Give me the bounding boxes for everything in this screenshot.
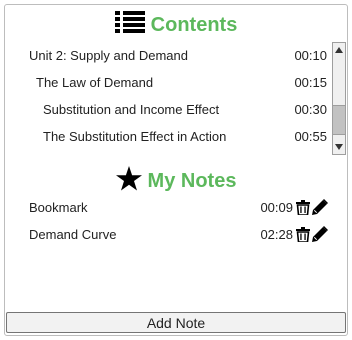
toc-item[interactable]: The Substitution Effect in Action 00:55 bbox=[5, 123, 331, 150]
note-time: 02:28 bbox=[260, 226, 293, 242]
note-item[interactable]: Demand Curve 02:28 bbox=[5, 221, 347, 247]
arrow-up-icon bbox=[335, 47, 343, 53]
note-time: 00:09 bbox=[260, 199, 293, 215]
pencil-icon[interactable] bbox=[312, 226, 328, 242]
trash-icon[interactable] bbox=[296, 200, 310, 216]
notes-header: My Notes bbox=[5, 165, 347, 197]
toc-item-time: 00:55 bbox=[294, 129, 327, 144]
toc-item-title: The Substitution Effect in Action bbox=[43, 129, 227, 144]
toc-item-time: 00:30 bbox=[294, 102, 327, 117]
notes-panel: Contents Unit 2: Supply and Demand 00:10… bbox=[4, 4, 348, 336]
scroll-down-button[interactable] bbox=[333, 140, 345, 154]
add-note-button[interactable]: Add Note bbox=[6, 312, 346, 333]
list-icon bbox=[114, 11, 145, 39]
toc-item-title: Unit 2: Supply and Demand bbox=[29, 48, 188, 63]
trash-icon[interactable] bbox=[296, 227, 310, 243]
scroll-thumb[interactable] bbox=[333, 105, 345, 135]
notes-title: My Notes bbox=[147, 169, 237, 192]
scroll-up-button[interactable] bbox=[333, 43, 345, 57]
note-item[interactable]: Bookmark 00:09 bbox=[5, 194, 347, 220]
note-title: Bookmark bbox=[29, 199, 88, 215]
note-title: Demand Curve bbox=[29, 226, 117, 242]
toc-item-title: The Law of Demand bbox=[36, 75, 154, 90]
contents-scrollbar[interactable] bbox=[332, 42, 346, 155]
toc-item-time: 00:10 bbox=[294, 48, 327, 63]
toc-item-title: Substitution and Income Effect bbox=[43, 102, 220, 117]
arrow-down-icon bbox=[335, 144, 343, 150]
toc-item[interactable]: The Law of Demand 00:15 bbox=[5, 69, 331, 96]
toc-item[interactable]: Substitution and Income Effect 00:30 bbox=[5, 96, 331, 123]
toc-item[interactable]: Unit 2: Supply and Demand 00:10 bbox=[5, 42, 331, 69]
contents-title: Contents bbox=[150, 13, 238, 36]
pencil-icon[interactable] bbox=[312, 199, 328, 215]
star-icon bbox=[115, 165, 142, 197]
contents-list: Unit 2: Supply and Demand 00:10 The Law … bbox=[5, 39, 331, 155]
toc-item-time: 00:15 bbox=[294, 75, 327, 90]
contents-header: Contents bbox=[5, 11, 347, 39]
